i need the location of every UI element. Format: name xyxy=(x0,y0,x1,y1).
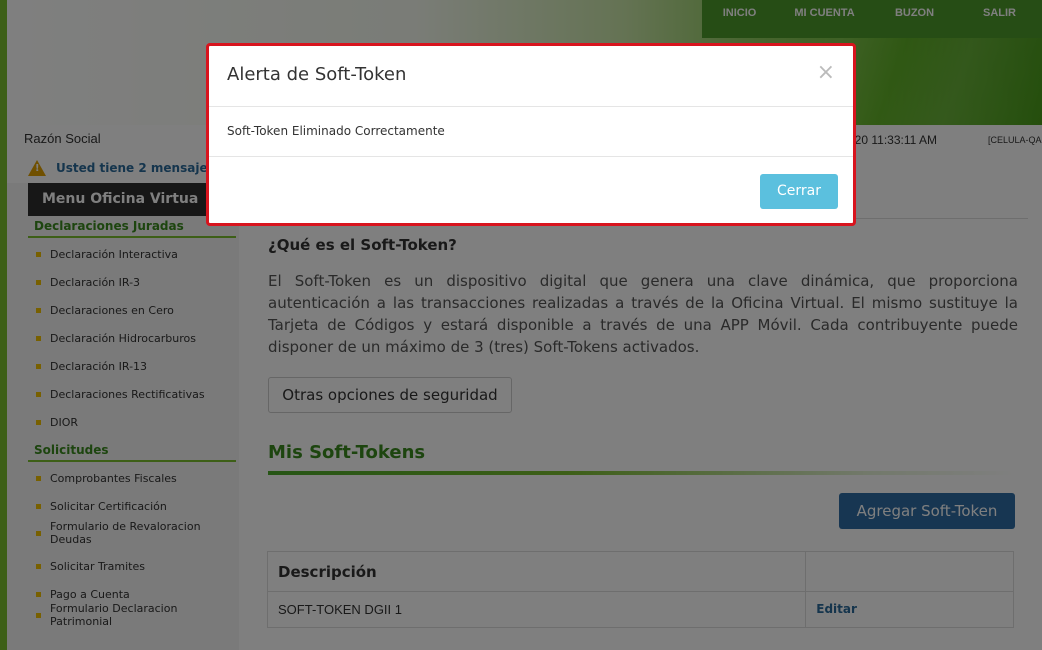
close-icon[interactable]: × xyxy=(817,62,835,84)
alert-modal: Alerta de Soft-Token × Soft-Token Elimin… xyxy=(206,43,856,226)
modal-header: Alerta de Soft-Token × xyxy=(209,46,853,107)
cerrar-button[interactable]: Cerrar xyxy=(760,174,838,209)
modal-message: Soft-Token Eliminado Correctamente xyxy=(209,107,853,157)
modal-title: Alerta de Soft-Token xyxy=(227,64,407,85)
